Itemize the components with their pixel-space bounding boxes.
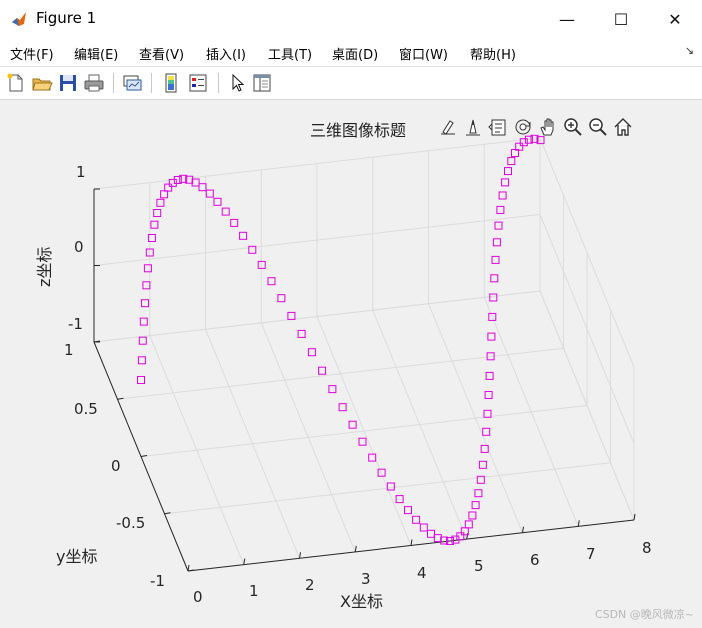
data-point-marker <box>464 520 473 529</box>
data-point-marker <box>427 529 435 538</box>
x-tick-mark <box>522 526 524 533</box>
y-tick-label: -0.5 <box>116 514 146 532</box>
x-tick-label: 0 <box>193 588 203 606</box>
data-point-marker <box>328 385 337 394</box>
data-point-marker <box>142 281 151 290</box>
floor-grid-line <box>140 405 588 457</box>
data-point-marker <box>419 523 428 532</box>
data-point-marker <box>287 311 296 320</box>
y-tick-label: 1 <box>64 341 74 359</box>
data-point-marker <box>153 209 162 217</box>
data-point-marker <box>307 348 316 357</box>
data-point-marker <box>492 238 501 247</box>
x-tick-label: 5 <box>474 557 484 575</box>
x-tick-label: 6 <box>530 551 540 569</box>
data-point-marker <box>137 356 146 365</box>
y-tick-label: 0.5 <box>74 400 98 418</box>
data-point-marker <box>198 183 207 192</box>
data-point-marker <box>267 277 276 286</box>
watermark: CSDN @晚风微凉~ <box>594 608 694 621</box>
data-point-marker <box>412 515 421 524</box>
data-point-marker <box>504 167 512 176</box>
z-tick-label: -1 <box>68 315 83 333</box>
data-point-marker <box>213 197 222 206</box>
data-point-marker <box>478 460 487 469</box>
x-tick-label: 7 <box>586 545 596 563</box>
data-point-marker <box>297 329 306 338</box>
data-point-marker <box>404 506 412 515</box>
data-point-marker <box>138 336 147 345</box>
data-point-marker <box>395 495 404 504</box>
x-tick-mark <box>354 545 357 552</box>
data-point-marker <box>490 274 499 283</box>
data-point-marker <box>348 420 357 429</box>
data-point-marker <box>358 437 367 446</box>
z-axis-label: z坐标 <box>35 246 54 287</box>
data-point-marker <box>482 427 491 436</box>
z-tick-label: 1 <box>76 163 86 181</box>
data-point-marker <box>156 198 165 207</box>
z-tick-label: 0 <box>74 238 84 256</box>
data-point-marker <box>143 264 152 273</box>
data-point-marker <box>160 190 169 199</box>
x-tick-label: 3 <box>361 570 371 588</box>
data-point-marker <box>239 231 248 240</box>
data-point-marker <box>150 220 159 229</box>
data-point-marker <box>164 183 173 192</box>
x-tick-mark <box>577 520 580 527</box>
x-tick-label: 1 <box>249 582 259 600</box>
data-point-marker <box>386 482 395 491</box>
data-point-marker <box>507 157 516 166</box>
x-tick-mark <box>243 558 246 565</box>
data-point-marker <box>474 489 483 498</box>
data-point-marker <box>471 501 480 510</box>
data-point-marker <box>491 255 500 264</box>
x-axis-label: X坐标 <box>340 592 383 611</box>
data-point-marker <box>139 317 148 326</box>
y-axis-label: y坐标 <box>56 547 98 566</box>
data-point-marker <box>485 371 494 380</box>
x-tick-mark <box>466 533 469 540</box>
data-point-marker <box>221 207 230 216</box>
data-point-marker <box>494 221 503 230</box>
x-tick-mark <box>299 552 301 559</box>
data-point-marker <box>489 293 498 302</box>
x-tick-label: 2 <box>305 576 315 594</box>
y-tick-label: -1 <box>150 572 165 590</box>
x-tick-label: 8 <box>642 539 652 557</box>
x-tick-label: 4 <box>417 564 427 582</box>
data-point-marker <box>487 332 496 341</box>
data-point-marker <box>498 191 507 200</box>
data-point-marker <box>468 511 477 520</box>
floor-grid-line <box>117 347 564 400</box>
y-tick-label: 0 <box>111 457 121 475</box>
data-point-marker <box>137 376 145 384</box>
data-point-marker <box>141 299 149 308</box>
data-point-marker <box>484 391 493 399</box>
data-point-marker <box>205 189 214 198</box>
x-tick-mark <box>187 564 190 572</box>
data-point-marker <box>277 294 286 303</box>
data-point-marker <box>230 218 239 227</box>
x-tick-mark <box>410 539 413 546</box>
data-point-marker <box>501 178 510 187</box>
data-point-marker <box>338 403 347 412</box>
axes-3d[interactable] <box>0 0 702 628</box>
data-point-marker <box>496 205 505 214</box>
data-point-marker <box>318 366 327 375</box>
